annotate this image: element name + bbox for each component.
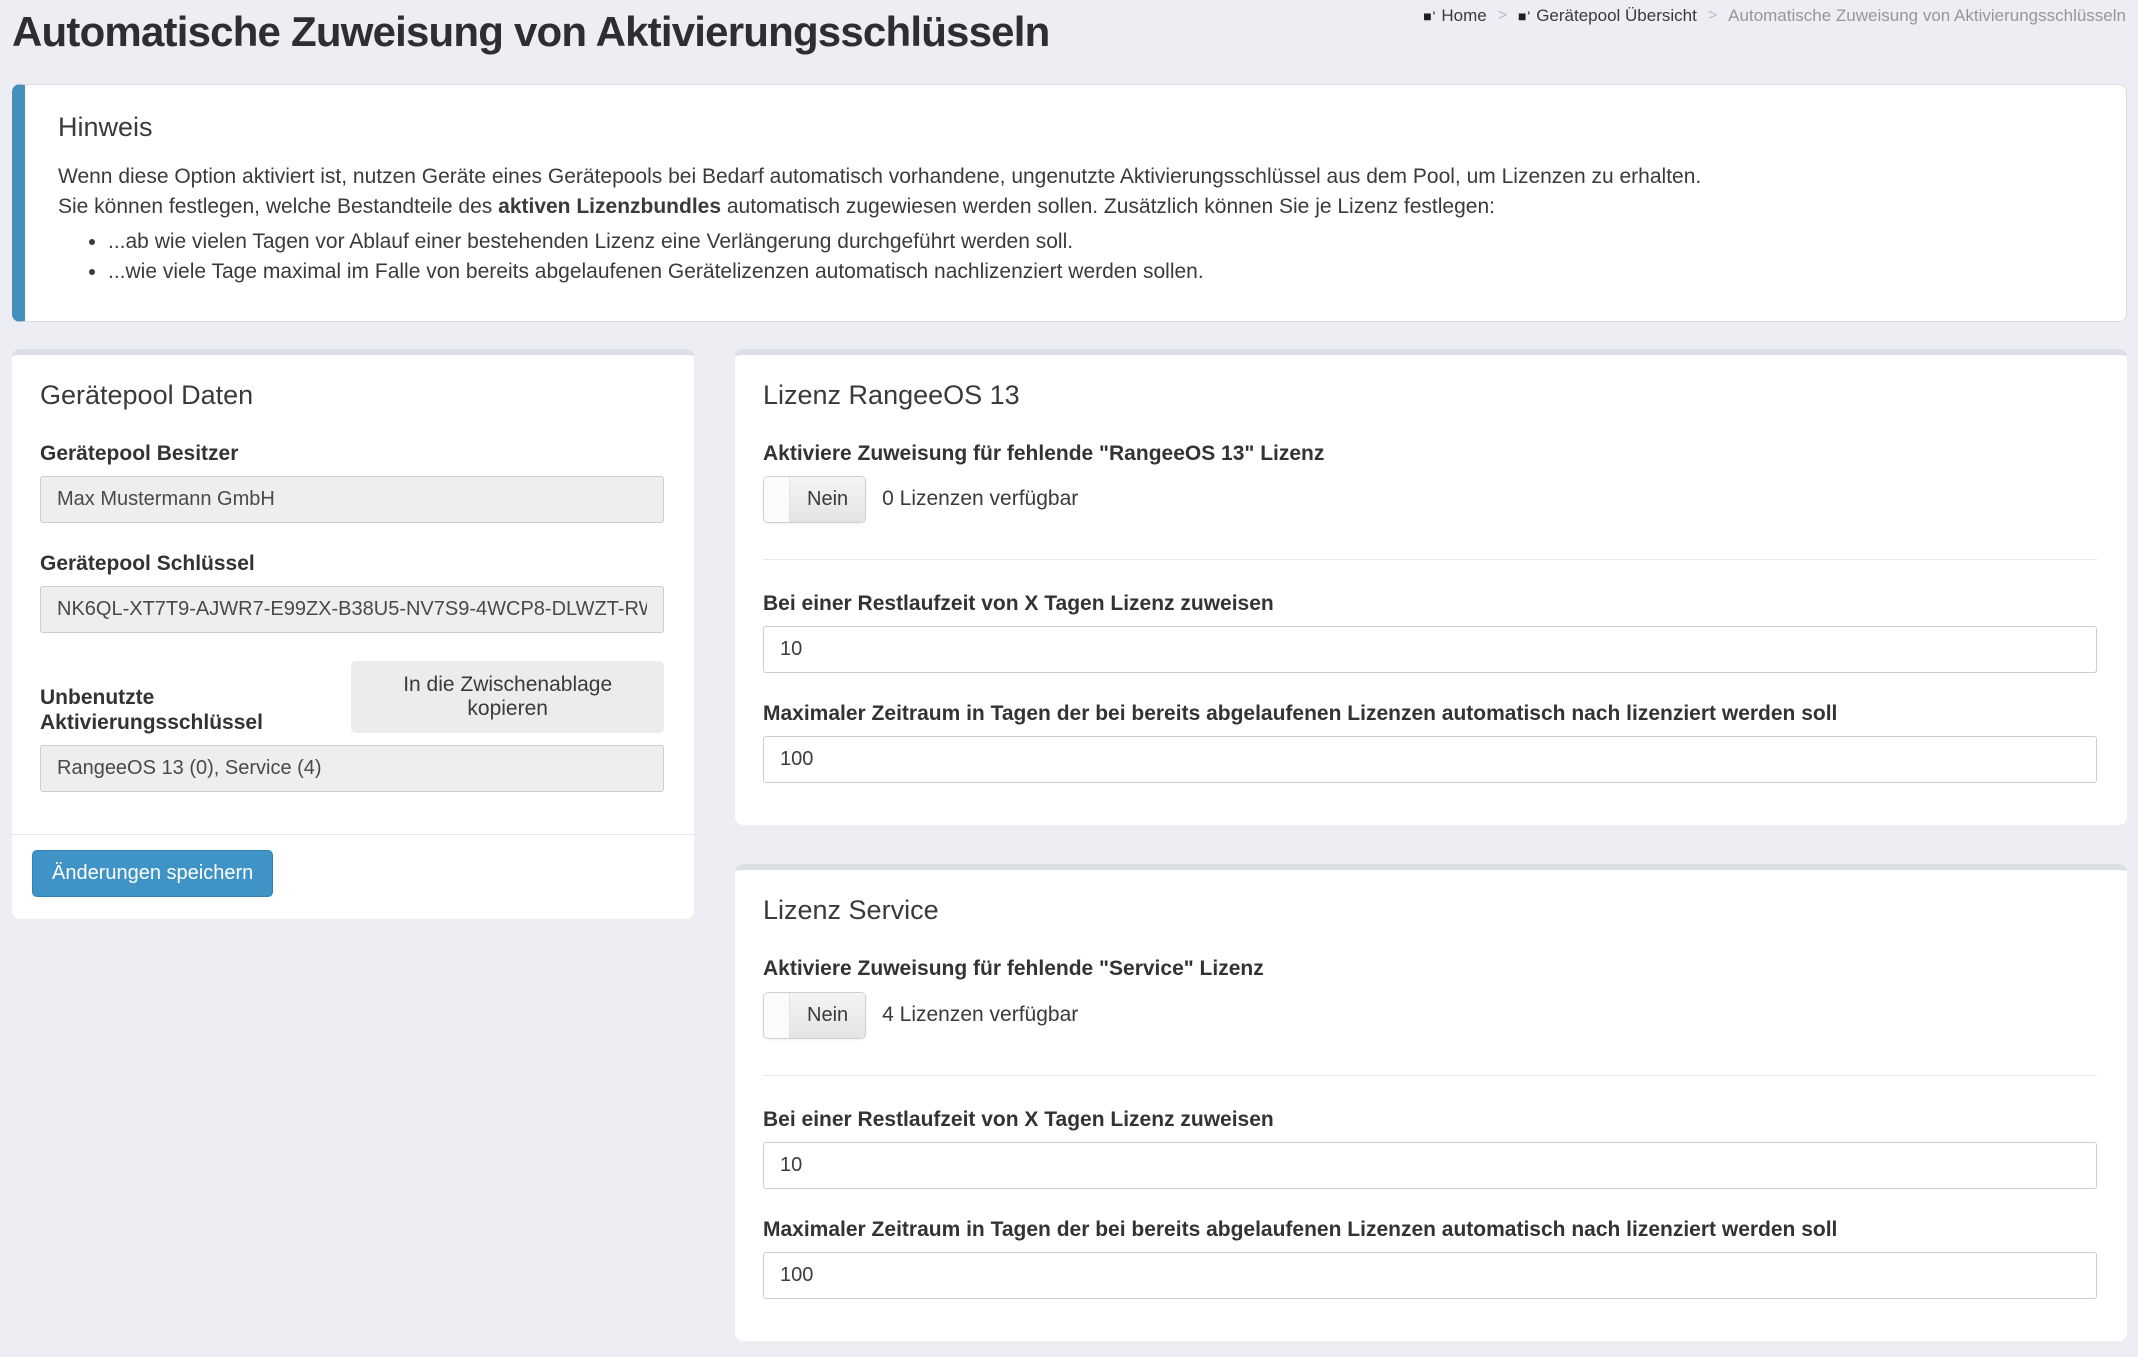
owner-field-group: Gerätepool Besitzer — [40, 441, 664, 523]
breadcrumb-current-page: Automatische Zuweisung von Aktivierungss… — [1728, 6, 2126, 26]
toggle-handle — [764, 993, 790, 1038]
service-remaining-group: Bei einer Restlaufzeit von X Tagen Lizen… — [763, 1107, 2097, 1189]
hinweis-callout: Hinweis Wenn diese Option aktiviert ist,… — [12, 84, 2127, 322]
pool-key-input[interactable] — [40, 586, 664, 633]
home-icon: ■' — [1423, 8, 1436, 24]
pool-key-field-group: Gerätepool Schlüssel — [40, 551, 664, 633]
hinweis-line1: Wenn diese Option aktiviert ist, nutzen … — [58, 162, 2086, 192]
breadcrumb-home-label: Home — [1441, 6, 1486, 26]
breadcrumb-separator: > — [1498, 7, 1507, 25]
hinweis-bullet: ...wie viele Tage maximal im Falle von b… — [108, 257, 2086, 287]
geraetepool-column: Gerätepool Daten Gerätepool Besitzer Ger… — [12, 349, 694, 919]
copy-to-clipboard-button[interactable]: In die Zwischenablage kopieren — [351, 661, 664, 733]
geraetepool-daten-title: Gerätepool Daten — [40, 380, 664, 411]
service-max-input[interactable] — [763, 1252, 2097, 1299]
rangeeos13-availability-text: 0 Lizenzen verfügbar — [882, 487, 1078, 511]
unused-keys-input[interactable] — [40, 745, 664, 792]
lizenz-rangeeos13-title: Lizenz RangeeOS 13 — [763, 380, 2097, 411]
hinweis-line2: Sie können festlegen, welche Bestandteil… — [58, 192, 2086, 222]
rangeeos13-remaining-input[interactable] — [763, 626, 2097, 673]
service-availability-text: 4 Lizenzen verfügbar — [882, 1003, 1078, 1027]
rangeeos13-max-group: Maximaler Zeitraum in Tagen der bei bere… — [763, 701, 2097, 783]
geraetepool-daten-panel: Gerätepool Daten Gerätepool Besitzer Ger… — [12, 349, 694, 919]
license-section-divider — [763, 1075, 2097, 1076]
hinweis-bullet: ...ab wie vielen Tagen vor Ablauf einer … — [108, 227, 2086, 257]
rangeeos13-toggle-label: Aktiviere Zuweisung für fehlende "Rangee… — [763, 441, 2097, 466]
service-remaining-label: Bei einer Restlaufzeit von X Tagen Lizen… — [763, 1107, 2097, 1132]
rangeeos13-max-label: Maximaler Zeitraum in Tagen der bei bere… — [763, 701, 2097, 726]
service-toggle-row: Nein 4 Lizenzen verfügbar — [763, 992, 2097, 1039]
service-remaining-input[interactable] — [763, 1142, 2097, 1189]
hinweis-line2-suffix: automatisch zugewiesen werden sollen. Zu… — [721, 195, 1495, 218]
service-max-group: Maximaler Zeitraum in Tagen der bei bere… — [763, 1217, 2097, 1299]
breadcrumb: ■' Home > ■' Gerätepool Übersicht > Auto… — [1423, 6, 2126, 26]
unused-keys-label: Unbenutzte Aktivierungsschlüssel — [40, 685, 351, 735]
page-header: ■' Home > ■' Gerätepool Übersicht > Auto… — [0, 8, 2138, 56]
main-content: Gerätepool Daten Gerätepool Besitzer Ger… — [0, 349, 2138, 1357]
rangeeos13-remaining-label: Bei einer Restlaufzeit von X Tagen Lizen… — [763, 591, 2097, 616]
license-column: Lizenz RangeeOS 13 Aktiviere Zuweisung f… — [735, 349, 2127, 1341]
hinweis-line2-bold: aktiven Lizenzbundles — [498, 195, 721, 218]
geraetepool-panel-footer: Änderungen speichern — [12, 835, 694, 919]
breadcrumb-separator: > — [1708, 7, 1717, 25]
hinweis-line2-prefix: Sie können festlegen, welche Bestandteil… — [58, 195, 498, 218]
rangeeos13-remaining-group: Bei einer Restlaufzeit von X Tagen Lizen… — [763, 591, 2097, 673]
save-changes-button[interactable]: Änderungen speichern — [32, 850, 273, 897]
rangeeos13-max-input[interactable] — [763, 736, 2097, 783]
lizenz-rangeeos13-panel: Lizenz RangeeOS 13 Aktiviere Zuweisung f… — [735, 349, 2127, 826]
service-toggle-label: Aktiviere Zuweisung für fehlende "Servic… — [763, 956, 2097, 981]
pool-key-label: Gerätepool Schlüssel — [40, 551, 664, 576]
toggle-handle — [764, 477, 790, 522]
lizenz-service-panel: Lizenz Service Aktiviere Zuweisung für f… — [735, 864, 2127, 1341]
service-assignment-toggle[interactable]: Nein — [763, 992, 866, 1039]
license-section-divider — [763, 559, 2097, 560]
unused-keys-field-group: Unbenutzte Aktivierungsschlüssel In die … — [40, 661, 664, 792]
rangeeos13-assignment-toggle[interactable]: Nein — [763, 476, 866, 523]
hinweis-title: Hinweis — [58, 112, 2086, 143]
owner-label: Gerätepool Besitzer — [40, 441, 664, 466]
rangeeos13-toggle-row: Nein 0 Lizenzen verfügbar — [763, 476, 2097, 523]
toggle-state-label: Nein — [790, 477, 865, 522]
device-pool-icon: ■' — [1518, 8, 1531, 24]
breadcrumb-geraetepool-label: Gerätepool Übersicht — [1536, 6, 1697, 26]
toggle-state-label: Nein — [790, 993, 865, 1038]
lizenz-service-title: Lizenz Service — [763, 895, 2097, 926]
hinweis-bullet-list: ...ab wie vielen Tagen vor Ablauf einer … — [58, 227, 2086, 288]
breadcrumb-geraetepool-uebersicht[interactable]: ■' Gerätepool Übersicht — [1518, 6, 1697, 26]
breadcrumb-home[interactable]: ■' Home — [1423, 6, 1487, 26]
service-max-label: Maximaler Zeitraum in Tagen der bei bere… — [763, 1217, 2097, 1242]
owner-input[interactable] — [40, 476, 664, 523]
